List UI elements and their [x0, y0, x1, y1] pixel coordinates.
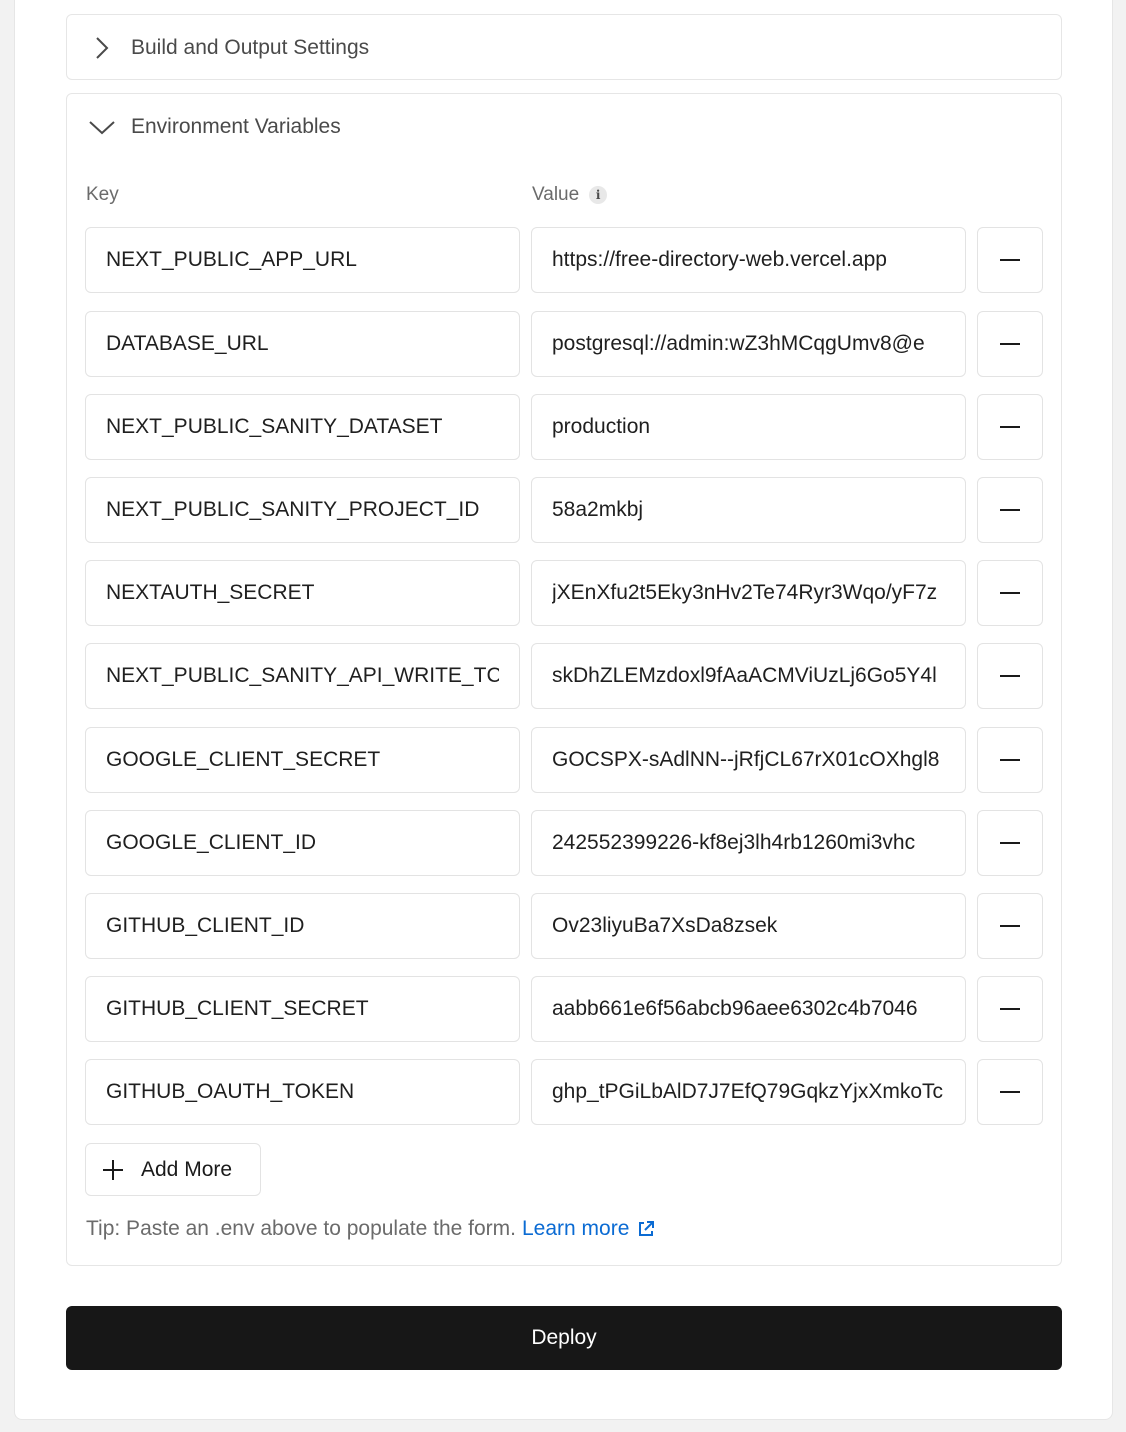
- env-value-input[interactable]: postgresql://admin:wZ3hMCqgUmv8@e: [531, 311, 966, 377]
- chevron-down-icon: [89, 121, 115, 135]
- env-value-input[interactable]: 58a2mkbj: [531, 477, 966, 543]
- key-label: Key: [86, 184, 119, 205]
- env-key-value: NEXTAUTH_SECRET: [106, 581, 315, 604]
- env-key-input[interactable]: GITHUB_CLIENT_ID: [85, 893, 520, 959]
- minus-icon: [1000, 343, 1020, 345]
- minus-icon: [1000, 509, 1020, 511]
- env-key-value: GOOGLE_CLIENT_ID: [106, 831, 317, 854]
- add-more-button[interactable]: Add More: [85, 1143, 261, 1196]
- env-key-value: GOOGLE_CLIENT_SECRET: [106, 748, 381, 771]
- remove-row-button[interactable]: [977, 810, 1043, 876]
- environment-variables-header[interactable]: Environment Variables: [67, 94, 1061, 160]
- env-value-input[interactable]: aabb661e6f56abcb96aee6302c4b7046: [531, 976, 966, 1042]
- env-value-text: jXEnXfu2t5Eky3nHv2Te74Ryr3Wqo/yF7z: [552, 581, 938, 604]
- minus-icon: [1000, 925, 1020, 927]
- remove-row-button[interactable]: [977, 227, 1043, 293]
- env-value-text: GOCSPX-sAdlNN--jRfjCL67rX01cOXhgl8: [552, 748, 940, 771]
- remove-row-button[interactable]: [977, 560, 1043, 626]
- learn-more-link[interactable]: Learn more: [522, 1217, 655, 1241]
- env-key-value: GITHUB_CLIENT_ID: [106, 914, 305, 937]
- plus-icon: [103, 1160, 123, 1180]
- env-value-text: Ov23liyuBa7XsDa8zsek: [552, 914, 778, 937]
- env-key-value: DATABASE_URL: [106, 332, 269, 355]
- remove-row-button[interactable]: [977, 394, 1043, 460]
- chevron-right-icon: [96, 37, 109, 59]
- env-value-input[interactable]: production: [531, 394, 966, 460]
- env-key-input[interactable]: GITHUB_CLIENT_SECRET: [85, 976, 520, 1042]
- env-key-input[interactable]: GOOGLE_CLIENT_SECRET: [85, 727, 520, 793]
- env-value-input[interactable]: jXEnXfu2t5Eky3nHv2Te74Ryr3Wqo/yF7z: [531, 560, 966, 626]
- env-key-input[interactable]: GITHUB_OAUTH_TOKEN: [85, 1059, 520, 1125]
- value-column-label: Value i: [532, 184, 608, 206]
- env-value-input[interactable]: skDhZLEMzdoxl9fAaACMViUzLj6Go5Y4l: [531, 643, 966, 709]
- build-output-settings-section[interactable]: Build and Output Settings: [66, 14, 1062, 80]
- tip-text: Tip: Paste an .env above to populate the…: [86, 1217, 655, 1241]
- learn-more-label: Learn more: [522, 1217, 630, 1240]
- remove-row-button[interactable]: [977, 311, 1043, 377]
- env-value-text: ghp_tPGiLbAlD7J7EfQ79GqkzYjxXmkoTc: [552, 1080, 944, 1103]
- minus-icon: [1000, 759, 1020, 761]
- deploy-button[interactable]: Deploy: [66, 1306, 1062, 1370]
- env-value-input[interactable]: GOCSPX-sAdlNN--jRfjCL67rX01cOXhgl8: [531, 727, 966, 793]
- remove-row-button[interactable]: [977, 1059, 1043, 1125]
- info-icon[interactable]: i: [589, 186, 608, 204]
- build-output-settings-title: Build and Output Settings: [131, 36, 370, 59]
- minus-icon: [1000, 1091, 1020, 1093]
- remove-row-button[interactable]: [977, 477, 1043, 543]
- minus-icon: [1000, 1008, 1020, 1010]
- env-key-value: NEXT_PUBLIC_APP_URL: [106, 248, 357, 271]
- env-key-value: GITHUB_OAUTH_TOKEN: [106, 1080, 355, 1103]
- key-column-label: Key: [86, 184, 119, 206]
- env-value-input[interactable]: https://free-directory-web.vercel.app: [531, 227, 966, 293]
- env-value-input[interactable]: Ov23liyuBa7XsDa8zsek: [531, 893, 966, 959]
- tip-message: Tip: Paste an .env above to populate the…: [86, 1217, 516, 1240]
- add-more-label: Add More: [141, 1157, 233, 1181]
- env-value-text: postgresql://admin:wZ3hMCqgUmv8@e: [552, 332, 925, 355]
- env-value-text: 58a2mkbj: [552, 498, 644, 521]
- env-value-input[interactable]: ghp_tPGiLbAlD7J7EfQ79GqkzYjxXmkoTc: [531, 1059, 966, 1125]
- external-link-icon: [639, 1221, 655, 1236]
- env-key-value: NEXT_PUBLIC_SANITY_PROJECT_ID: [106, 498, 480, 521]
- env-value-text: https://free-directory-web.vercel.app: [552, 248, 887, 271]
- env-value-text: skDhZLEMzdoxl9fAaACMViUzLj6Go5Y4l: [552, 664, 937, 687]
- env-key-input[interactable]: NEXT_PUBLIC_SANITY_API_WRITE_TC: [85, 643, 520, 709]
- env-key-input[interactable]: GOOGLE_CLIENT_ID: [85, 810, 520, 876]
- env-key-value: NEXT_PUBLIC_SANITY_DATASET: [106, 415, 443, 438]
- minus-icon: [1000, 426, 1020, 428]
- remove-row-button[interactable]: [977, 643, 1043, 709]
- minus-icon: [1000, 259, 1020, 261]
- env-value-input[interactable]: 242552399226-kf8ej3lh4rb1260mi3vhc: [531, 810, 966, 876]
- remove-row-button[interactable]: [977, 976, 1043, 1042]
- minus-icon: [1000, 592, 1020, 594]
- environment-variables-title: Environment Variables: [131, 115, 341, 138]
- env-key-input[interactable]: NEXT_PUBLIC_SANITY_PROJECT_ID: [85, 477, 520, 543]
- env-key-input[interactable]: DATABASE_URL: [85, 311, 520, 377]
- minus-icon: [1000, 675, 1020, 677]
- env-key-input[interactable]: NEXT_PUBLIC_SANITY_DATASET: [85, 394, 520, 460]
- env-value-text: production: [552, 415, 651, 438]
- remove-row-button[interactable]: [977, 893, 1043, 959]
- env-key-value: NEXT_PUBLIC_SANITY_API_WRITE_TC: [106, 664, 499, 687]
- env-value-text: 242552399226-kf8ej3lh4rb1260mi3vhc: [552, 831, 916, 854]
- remove-row-button[interactable]: [977, 727, 1043, 793]
- env-key-input[interactable]: NEXTAUTH_SECRET: [85, 560, 520, 626]
- env-key-value: GITHUB_CLIENT_SECRET: [106, 997, 369, 1020]
- env-value-text: aabb661e6f56abcb96aee6302c4b7046: [552, 997, 918, 1020]
- build-output-settings-header[interactable]: Build and Output Settings: [67, 15, 1061, 81]
- env-key-input[interactable]: NEXT_PUBLIC_APP_URL: [85, 227, 520, 293]
- value-label: Value: [532, 184, 580, 205]
- minus-icon: [1000, 842, 1020, 844]
